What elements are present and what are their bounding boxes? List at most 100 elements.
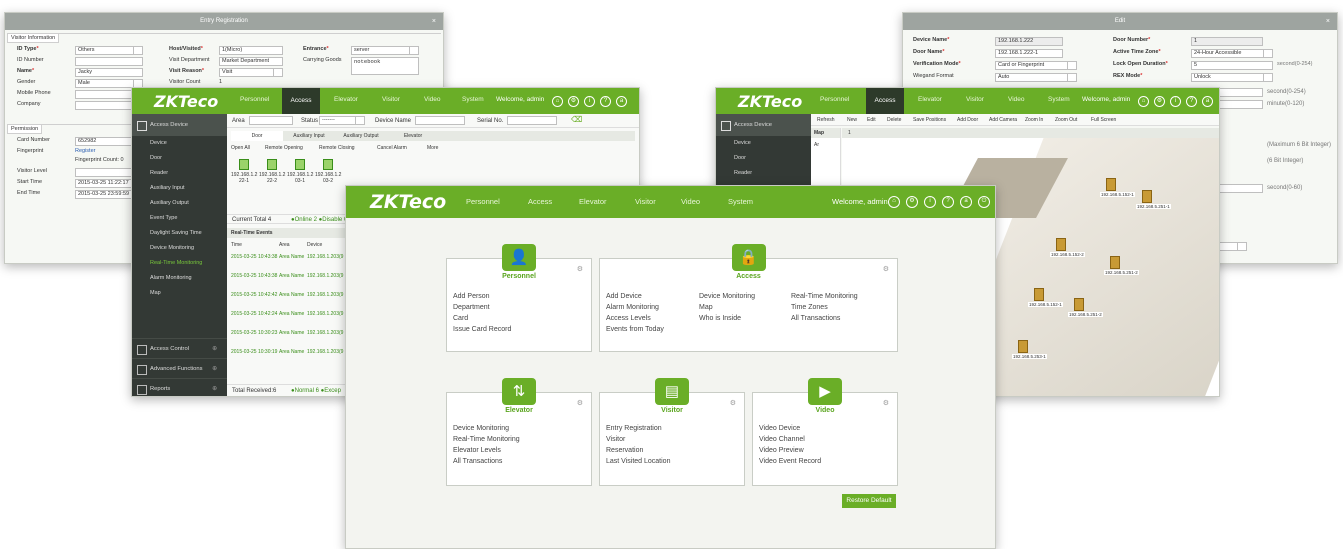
verification-select[interactable]: Card or Fingerprint [995, 61, 1077, 70]
host-field[interactable]: 1(Micro) [219, 46, 283, 55]
map-zoom-out-button[interactable]: Zoom Out [1055, 117, 1077, 123]
door-marker-icon[interactable] [1142, 190, 1152, 203]
nav-elevator[interactable]: Elevator [579, 197, 607, 206]
link-elevator-levels[interactable]: Elevator Levels [453, 447, 501, 454]
serial-no-filter[interactable] [507, 116, 557, 125]
sidebar-item-reader[interactable]: Reader [132, 166, 227, 181]
link-map[interactable]: Map [699, 304, 713, 311]
sidebar-item-real-time-monitoring[interactable]: Real-Time Monitoring [132, 256, 227, 271]
extra-select[interactable] [1219, 242, 1247, 251]
visit-reason-select[interactable]: Visit [219, 68, 283, 77]
nav-visitor[interactable]: Visitor [635, 197, 656, 206]
card-settings-icon[interactable]: ⚙ [577, 265, 583, 273]
nav-video[interactable]: Video [424, 96, 441, 103]
map-edit-button[interactable]: Edit [867, 117, 876, 123]
id-number-field[interactable] [75, 57, 143, 66]
nav-visitor[interactable]: Visitor [966, 96, 984, 103]
door-marker-icon[interactable] [1034, 288, 1044, 301]
link-visitor[interactable]: Visitor [606, 436, 625, 443]
door-marker-icon[interactable] [1110, 256, 1120, 269]
card-settings-icon[interactable]: ⚙ [883, 265, 889, 273]
nav-access[interactable]: Access [282, 88, 320, 114]
toolbar-remote-closing-button[interactable]: Remote Closing [319, 145, 355, 151]
hint-field[interactable] [1213, 184, 1263, 193]
user-icon[interactable]: a [960, 196, 972, 208]
restore-default-button[interactable]: Restore Default [842, 494, 896, 508]
nav-access[interactable]: Access [528, 197, 552, 206]
settings-icon[interactable]: ⚙ [906, 196, 918, 208]
clear-filter-icon[interactable]: ⌫ [571, 115, 582, 124]
door-device-tile[interactable]: 192.168.1.2 03-2 [315, 159, 341, 184]
power-icon[interactable]: ⏻ [978, 196, 990, 208]
link-reservation[interactable]: Reservation [606, 447, 643, 454]
info-icon[interactable]: i [584, 96, 595, 107]
map-add-camera-button[interactable]: Add Camera [989, 117, 1017, 123]
settings-icon[interactable]: ⚙ [568, 96, 579, 107]
sidebar-item-auxiliary-output[interactable]: Auxiliary Output [132, 196, 227, 211]
hint-field[interactable] [1213, 100, 1263, 109]
tab-elevator[interactable]: Elevator [387, 131, 439, 141]
link-video-device[interactable]: Video Device [759, 425, 800, 432]
link-all-transactions[interactable]: All Transactions [791, 315, 840, 322]
card-settings-icon[interactable]: ⚙ [730, 399, 736, 407]
sidebar-item-reader[interactable]: Reader [716, 166, 811, 181]
toolbar-cancel-alarm-button[interactable]: Cancel Alarm [377, 145, 407, 151]
sidebar-item-door[interactable]: Door [132, 151, 227, 166]
id-type-select[interactable]: Others [75, 46, 143, 55]
nav-video[interactable]: Video [681, 197, 700, 206]
rex-mode-select[interactable]: Unlock [1191, 73, 1273, 82]
link-video-preview[interactable]: Video Preview [759, 447, 804, 454]
sidebar-item-map[interactable]: Map [132, 286, 227, 301]
link-add-person[interactable]: Add Person [453, 293, 490, 300]
sidebar-item-daylight-saving-time[interactable]: Daylight Saving Time [132, 226, 227, 241]
device-name-filter[interactable] [415, 116, 465, 125]
wiegand-select[interactable]: Auto [995, 73, 1077, 82]
sidebar-top-access-device[interactable]: Access Device [132, 114, 227, 136]
help-icon[interactable]: ? [600, 96, 611, 107]
settings-icon[interactable]: ⚙ [1154, 96, 1165, 107]
card-settings-icon[interactable]: ⚙ [883, 399, 889, 407]
sidebar-section-access-control[interactable]: Access Control [132, 338, 227, 359]
toolbar-more-button[interactable]: More [427, 145, 438, 151]
nav-personnel[interactable]: Personnel [240, 96, 269, 103]
sidebar-item-door[interactable]: Door [716, 151, 811, 166]
info-icon[interactable]: i [1170, 96, 1181, 107]
nav-elevator[interactable]: Elevator [918, 96, 942, 103]
link-who-is-inside[interactable]: Who is Inside [699, 315, 741, 322]
nav-personnel[interactable]: Personnel [820, 96, 849, 103]
map-delete-button[interactable]: Delete [887, 117, 901, 123]
tab-auxiliary-input[interactable]: Auxiliary Input [283, 131, 335, 141]
map-full-screen-button[interactable]: Full Screen [1091, 117, 1116, 123]
sidebar-item-alarm-monitoring[interactable]: Alarm Monitoring [132, 271, 227, 286]
help-icon[interactable]: ? [942, 196, 954, 208]
link-entry-registration[interactable]: Entry Registration [606, 425, 662, 432]
home-icon[interactable]: ⌂ [552, 96, 563, 107]
nav-elevator[interactable]: Elevator [334, 96, 358, 103]
link-device-monitoring[interactable]: Device Monitoring [453, 425, 509, 432]
door-marker-icon[interactable] [1056, 238, 1066, 251]
nav-access[interactable]: Access [866, 88, 904, 114]
status-select[interactable]: ------- [319, 116, 365, 125]
close-icon[interactable]: × [432, 13, 436, 30]
door-name-field[interactable]: 192.168.1.222-1 [995, 49, 1063, 58]
link-department[interactable]: Department [453, 304, 490, 311]
user-icon[interactable]: a [616, 96, 627, 107]
nav-visitor[interactable]: Visitor [382, 96, 400, 103]
nav-video[interactable]: Video [1008, 96, 1025, 103]
sidebar-section-advanced-functions[interactable]: Advanced Functions [132, 358, 227, 379]
sidebar-item-device[interactable]: Device [132, 136, 227, 151]
tab-auxiliary-output[interactable]: Auxiliary Output [335, 131, 387, 141]
close-icon[interactable]: × [1326, 13, 1330, 30]
home-icon[interactable]: ⌂ [888, 196, 900, 208]
link-access-levels[interactable]: Access Levels [606, 315, 651, 322]
card-settings-icon[interactable]: ⚙ [577, 399, 583, 407]
door-device-tile[interactable]: 192.168.1.2 22-1 [231, 159, 257, 184]
door-marker-icon[interactable] [1106, 178, 1116, 191]
info-icon[interactable]: i [924, 196, 936, 208]
sidebar-item-auxiliary-input[interactable]: Auxiliary Input [132, 181, 227, 196]
link-real-time-monitoring[interactable]: Real-Time Monitoring [791, 293, 858, 300]
area-field[interactable] [249, 116, 293, 125]
link-device-monitoring[interactable]: Device Monitoring [699, 293, 755, 300]
map-new-button[interactable]: New [847, 117, 857, 123]
link-video-channel[interactable]: Video Channel [759, 436, 805, 443]
